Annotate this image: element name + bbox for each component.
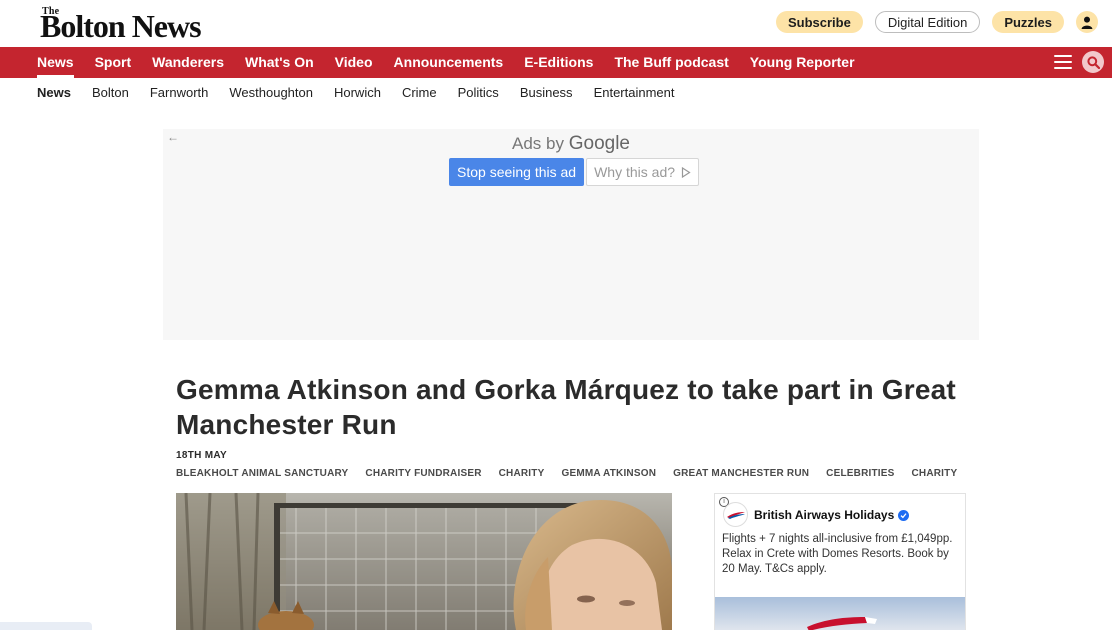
article-tags: BLEAKHOLT ANIMAL SANCTUARY CHARITY FUNDR… xyxy=(176,468,974,479)
main-nav-video[interactable]: Video xyxy=(335,47,373,78)
account-button[interactable] xyxy=(1076,11,1098,33)
main-nav-young-reporter[interactable]: Young Reporter xyxy=(750,47,855,78)
photo-illustration xyxy=(176,493,672,630)
site-logo[interactable]: The Bolton News xyxy=(40,4,202,44)
ad-feedback-buttons: Stop seeing this ad Why this ad? xyxy=(449,158,700,186)
ba-speedmarque-icon xyxy=(726,511,745,519)
british-airways-logo xyxy=(723,502,748,527)
digital-edition-button[interactable]: Digital Edition xyxy=(874,11,981,33)
ad-image[interactable] xyxy=(715,597,965,630)
article-photo[interactable] xyxy=(176,493,672,630)
sub-nav-news[interactable]: News xyxy=(37,78,71,108)
stop-seeing-ad-button[interactable]: Stop seeing this ad xyxy=(449,158,585,186)
play-outline-icon xyxy=(681,166,691,178)
sponsored-ad-card[interactable]: i British Airways Holidays Flights + 7 n… xyxy=(714,493,966,630)
sub-nav-crime[interactable]: Crime xyxy=(402,78,437,108)
masthead: The Bolton News Subscribe Digital Editio… xyxy=(0,0,1112,47)
main-nav-wanderers[interactable]: Wanderers xyxy=(152,47,224,78)
ads-by-google: Ads by Google xyxy=(163,133,979,155)
sub-nav-farnworth[interactable]: Farnworth xyxy=(150,78,209,108)
logo-the: The xyxy=(42,6,60,17)
search-icon xyxy=(1086,55,1100,69)
main-nav-buff-podcast[interactable]: The Buff podcast xyxy=(614,47,728,78)
main-nav-list: News Sport Wanderers What's On Video Ann… xyxy=(37,47,876,78)
sub-nav: News Bolton Farnworth Westhoughton Horwi… xyxy=(0,78,1112,108)
sub-nav-entertainment[interactable]: Entertainment xyxy=(594,78,675,108)
tag-bleakholt-animal-sanctuary[interactable]: BLEAKHOLT ANIMAL SANCTUARY xyxy=(176,468,348,479)
status-popup-edge xyxy=(0,622,92,630)
sub-nav-list: News Bolton Farnworth Westhoughton Horwi… xyxy=(37,78,696,108)
main-nav-news[interactable]: News xyxy=(37,47,74,78)
advertiser-label: British Airways Holidays xyxy=(754,508,895,522)
ads-by-label: Ads by xyxy=(512,134,564,153)
sub-nav-westhoughton[interactable]: Westhoughton xyxy=(229,78,313,108)
main-nav-whats-on[interactable]: What's On xyxy=(245,47,314,78)
tag-great-manchester-run[interactable]: GREAT MANCHESTER RUN xyxy=(673,468,809,479)
subscribe-button[interactable]: Subscribe xyxy=(775,11,863,33)
main-nav-e-editions[interactable]: E-Editions xyxy=(524,47,593,78)
tag-charity-2[interactable]: CHARITY xyxy=(912,468,958,479)
user-icon xyxy=(1081,16,1093,29)
main-nav-announcements[interactable]: Announcements xyxy=(394,47,504,78)
top-actions: Subscribe Digital Edition Puzzles xyxy=(775,11,1098,33)
ad-slot: ← Ads by Google Stop seeing this ad Why … xyxy=(163,129,979,340)
tag-celebrities[interactable]: CELEBRITIES xyxy=(826,468,894,479)
menu-icon[interactable] xyxy=(1054,55,1072,69)
main-nav-sport[interactable]: Sport xyxy=(95,47,132,78)
why-this-ad-label: Why this ad? xyxy=(594,164,676,180)
tag-charity[interactable]: CHARITY xyxy=(499,468,545,479)
article-headline: Gemma Atkinson and Gorka Márquez to take… xyxy=(176,374,956,440)
sub-nav-bolton[interactable]: Bolton xyxy=(92,78,129,108)
nav-tools xyxy=(1054,51,1104,73)
sub-nav-business[interactable]: Business xyxy=(520,78,573,108)
ad-body-text: Flights + 7 nights all-inclusive from £1… xyxy=(722,533,953,575)
why-this-ad-button[interactable]: Why this ad? xyxy=(586,158,700,186)
sub-nav-horwich[interactable]: Horwich xyxy=(334,78,381,108)
sub-nav-politics[interactable]: Politics xyxy=(458,78,499,108)
advertiser-name: British Airways Holidays xyxy=(754,508,910,522)
google-wordmark: Google xyxy=(568,133,630,154)
aircraft-tail-illustration xyxy=(807,617,877,630)
verified-badge-icon xyxy=(898,509,910,521)
logo-title: Bolton News xyxy=(40,8,202,44)
article-date: 18TH MAY xyxy=(176,450,227,461)
tag-gemma-atkinson[interactable]: GEMMA ATKINSON xyxy=(561,468,656,479)
tag-charity-fundraiser[interactable]: CHARITY FUNDRAISER xyxy=(365,468,481,479)
search-button[interactable] xyxy=(1082,51,1104,73)
main-nav: News Sport Wanderers What's On Video Ann… xyxy=(0,47,1112,78)
puzzles-button[interactable]: Puzzles xyxy=(992,11,1064,33)
